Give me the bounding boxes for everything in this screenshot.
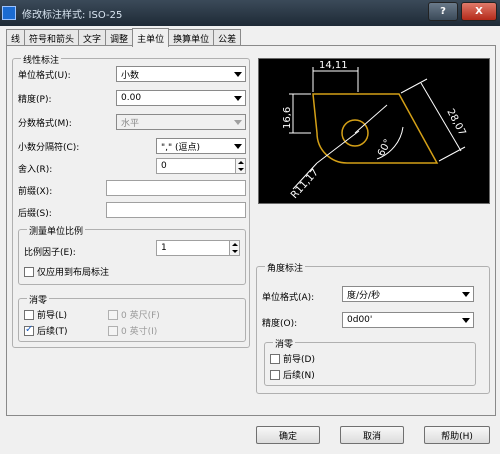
- tab-alternate-units[interactable]: 换算单位: [168, 29, 215, 46]
- fraction-format-label: 分数格式(M):: [18, 119, 72, 129]
- angular-leading-zero-label: 前导(D): [283, 355, 315, 365]
- tab-symbols-arrows[interactable]: 符号和箭头: [24, 29, 80, 46]
- chevron-down-icon: [234, 72, 242, 77]
- precision-select[interactable]: 0.00: [116, 90, 246, 106]
- scale-group-title: 测量单位比例: [27, 224, 86, 237]
- round-off-spinner[interactable]: [235, 159, 245, 173]
- fraction-format-value: 水平: [121, 118, 140, 129]
- angular-trailing-zero-label: 后续(N): [283, 371, 315, 381]
- zero-inches-checkbox[interactable]: 0 英寸(I): [108, 324, 157, 337]
- chevron-down-icon: [462, 292, 470, 297]
- layout-only-label: 仅应用到布局标注: [37, 268, 110, 278]
- scale-factor-spinner[interactable]: [229, 241, 239, 255]
- angular-unit-format-value: 度/分/秒: [347, 290, 381, 301]
- angular-unit-format-label: 单位格式(A):: [262, 293, 315, 303]
- scale-factor-value: 1: [161, 243, 167, 253]
- checkbox-box: [270, 369, 280, 380]
- unit-format-value: 小数: [121, 70, 140, 81]
- dim-top-label: 14,11: [319, 60, 348, 71]
- trailing-zero-checkbox[interactable]: 后续(T): [24, 324, 68, 337]
- angular-zero-suppress-title: 消零: [273, 337, 296, 350]
- checkbox-box: [24, 309, 34, 320]
- zero-feet-label: 0 英尺(F): [121, 311, 160, 321]
- window-title: 修改标注样式: ISO-25: [22, 9, 123, 21]
- tab-text[interactable]: 文字: [78, 29, 107, 46]
- title-bar: 修改标注样式: ISO-25 ? X: [0, 0, 500, 26]
- chevron-down-icon: [234, 144, 242, 149]
- decimal-separator-select[interactable]: "," (逗点): [156, 138, 246, 154]
- help-button[interactable]: 帮助(H): [424, 426, 490, 444]
- chevron-down-icon: [234, 96, 242, 101]
- layout-only-checkbox[interactable]: 仅应用到布局标注: [24, 265, 109, 278]
- angular-precision-label: 精度(O):: [262, 319, 298, 329]
- precision-label: 精度(P):: [18, 95, 52, 105]
- dim-angle-label: 60°: [376, 138, 394, 159]
- checkbox-box-checked: [24, 324, 34, 336]
- round-off-input[interactable]: 0: [156, 158, 246, 174]
- checkbox-box: [270, 353, 280, 364]
- close-button[interactable]: X: [461, 2, 497, 21]
- checkbox-box: [108, 309, 118, 320]
- angular-unit-format-select[interactable]: 度/分/秒: [342, 286, 474, 302]
- angular-trailing-zero-checkbox[interactable]: 后续(N): [270, 368, 315, 381]
- round-off-label: 舍入(R):: [18, 165, 53, 175]
- leading-zero-label: 前导(L): [37, 311, 68, 321]
- angular-precision-value: 0d00': [347, 315, 373, 325]
- leading-zero-checkbox[interactable]: 前导(L): [24, 308, 67, 321]
- suffix-input[interactable]: [106, 202, 246, 218]
- angular-group-title: 角度标注: [265, 261, 306, 274]
- tab-lines[interactable]: 线: [6, 29, 26, 46]
- fraction-format-select[interactable]: 水平: [116, 114, 246, 130]
- cancel-button[interactable]: 取消: [340, 426, 404, 444]
- zero-suppress-title: 消零: [27, 293, 50, 306]
- help-title-button[interactable]: ?: [428, 2, 458, 21]
- round-off-value: 0: [161, 161, 167, 171]
- dimension-preview: 14,11 16,6 28,07 60° R11,17: [258, 58, 490, 204]
- tab-tolerances[interactable]: 公差: [213, 29, 242, 46]
- checkbox-box: [108, 325, 118, 336]
- scale-factor-input[interactable]: 1: [156, 240, 240, 256]
- tab-primary-units[interactable]: 主单位: [132, 28, 170, 47]
- tab-fit[interactable]: 调整: [105, 29, 134, 46]
- decimal-separator-label: 小数分隔符(C):: [18, 143, 80, 153]
- decimal-separator-value: "," (逗点): [161, 142, 201, 153]
- prefix-input[interactable]: [106, 180, 246, 196]
- prefix-label: 前缀(X):: [18, 187, 53, 197]
- zero-feet-checkbox[interactable]: 0 英尺(F): [108, 308, 160, 321]
- precision-value: 0.00: [121, 93, 142, 103]
- ok-button[interactable]: 确定: [256, 426, 320, 444]
- linear-group-title: 线性标注: [21, 53, 62, 66]
- unit-format-label: 单位格式(U):: [18, 71, 71, 81]
- angular-precision-select[interactable]: 0d00': [342, 312, 474, 328]
- chevron-down-icon: [462, 318, 470, 323]
- preview-drawing: 14,11 16,6 28,07 60° R11,17: [282, 60, 468, 201]
- unit-format-select[interactable]: 小数: [116, 66, 246, 82]
- tab-strip: 线 符号和箭头 文字 调整 主单位 换算单位 公差: [6, 28, 242, 47]
- scale-factor-label: 比例因子(E):: [24, 248, 76, 258]
- angular-leading-zero-checkbox[interactable]: 前导(D): [270, 352, 315, 365]
- chevron-down-icon: [234, 120, 242, 125]
- zero-inches-label: 0 英寸(I): [121, 327, 158, 337]
- checkbox-box: [24, 266, 34, 277]
- dim-radius-label: R11,17: [289, 167, 321, 201]
- suffix-label: 后缀(S):: [18, 209, 52, 219]
- preview-shape: [312, 93, 439, 164]
- app-icon: [2, 6, 16, 20]
- dim-right-label: 28,07: [444, 107, 467, 137]
- trailing-zero-label: 后续(T): [37, 327, 68, 337]
- dim-left-label: 16,6: [282, 107, 293, 129]
